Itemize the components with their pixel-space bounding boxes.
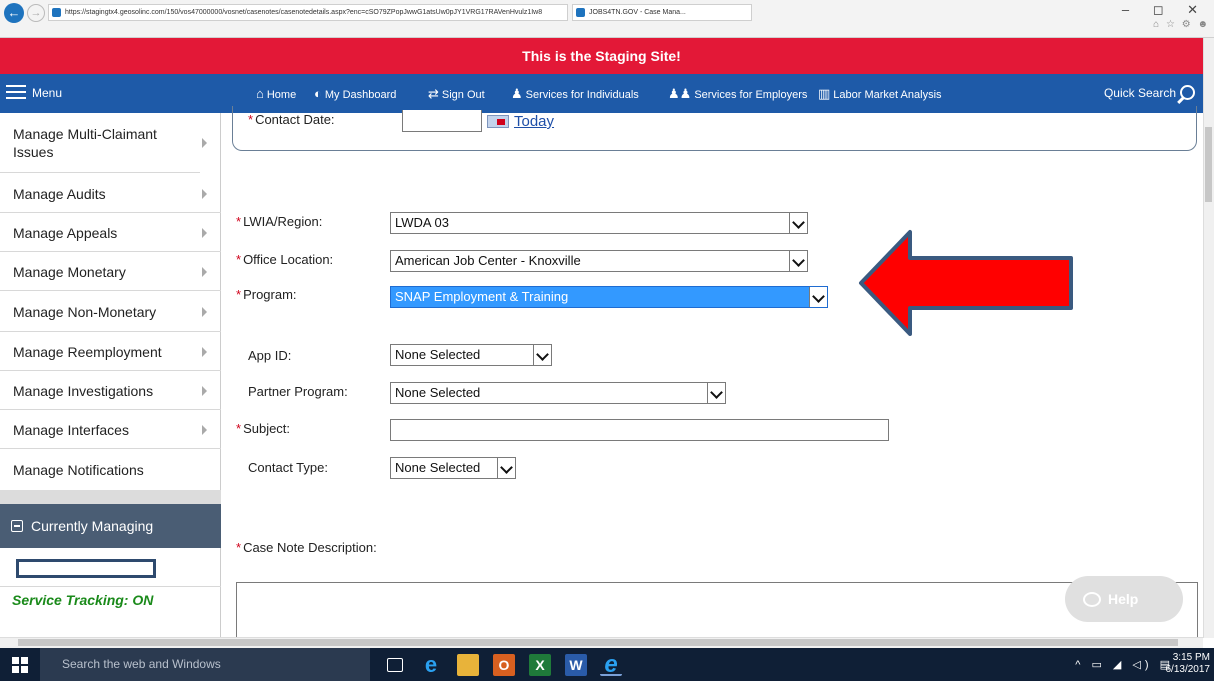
windows-start-icon[interactable] xyxy=(12,657,28,673)
chevron-down-icon xyxy=(533,345,551,365)
arrow-shape xyxy=(859,230,1073,336)
staging-banner: This is the Staging Site! xyxy=(0,38,1203,74)
subject-input[interactable] xyxy=(390,419,889,441)
tab-favicon-icon xyxy=(576,8,585,17)
chevron-right-icon xyxy=(202,188,207,199)
chevron-down-icon xyxy=(809,287,827,307)
chevron-down-icon xyxy=(789,251,807,271)
excel-icon[interactable]: X xyxy=(529,654,551,676)
service-tracking-status: Service Tracking: ON xyxy=(12,592,154,608)
nav-my-dashboard[interactable]: ◐ My Dashboard xyxy=(314,86,396,102)
window-controls[interactable]: – ◻ ✕ xyxy=(1122,2,1208,18)
chevron-right-icon xyxy=(202,306,207,317)
program-label: * Program: xyxy=(236,287,297,302)
outlook-icon[interactable]: O xyxy=(493,654,515,676)
vertical-scroll-thumb[interactable] xyxy=(1205,127,1212,202)
contact-date-label: * Contact Date: xyxy=(248,112,335,127)
chevron-right-icon xyxy=(202,346,207,357)
currently-managing-header[interactable]: Currently Managing xyxy=(0,504,221,548)
chevron-right-icon xyxy=(202,266,207,277)
chevron-right-icon xyxy=(202,137,207,148)
partner-program-select[interactable]: None Selected xyxy=(390,382,726,404)
sidebar-item-notifications[interactable]: Manage Notifications xyxy=(0,450,221,490)
browser-chrome: ← → https://stagingtx4.geosolinc.com/150… xyxy=(0,0,1214,38)
chevron-down-icon xyxy=(789,213,807,233)
quick-search[interactable]: Quick Search xyxy=(1104,84,1195,102)
taskbar-search-box[interactable]: Search the web and Windows xyxy=(40,648,370,681)
case-note-description-label: * Case Note Description: xyxy=(236,540,377,555)
taskbar-clock[interactable]: 3:15 PM 6/13/2017 xyxy=(1166,652,1211,676)
site-icon xyxy=(52,8,61,17)
sidebar-item-audits[interactable]: Manage Audits xyxy=(0,175,221,213)
person-icon: ♟ xyxy=(511,86,523,101)
chat-bubble-icon xyxy=(1083,592,1101,607)
dashboard-icon: ◐ xyxy=(314,86,322,101)
lwia-region-select[interactable]: LWDA 03 xyxy=(390,212,808,234)
address-bar[interactable]: https://stagingtx4.geosolinc.com/150/vos… xyxy=(48,4,568,21)
app-id-label: App ID: xyxy=(248,348,292,363)
sidebar-divider xyxy=(0,490,221,504)
internet-explorer-icon[interactable]: e xyxy=(600,653,622,677)
sidebar-divider xyxy=(0,586,221,587)
chevron-right-icon xyxy=(202,227,207,238)
sidebar-item-appeals[interactable]: Manage Appeals xyxy=(0,214,221,252)
sidebar-item-monetary[interactable]: Manage Monetary xyxy=(0,253,221,291)
quick-search-label: Quick Search xyxy=(1103,86,1176,100)
sidebar: Manage Multi-Claimant Issues Manage Audi… xyxy=(0,113,221,637)
sidebar-item-interfaces[interactable]: Manage Interfaces xyxy=(0,411,221,449)
chevron-right-icon xyxy=(202,424,207,435)
nav-labor-market-analysis[interactable]: ▥ Labor Market Analysis xyxy=(818,86,942,102)
program-select[interactable]: SNAP Employment & Training xyxy=(390,286,828,308)
lwia-region-label: * LWIA/Region: xyxy=(236,214,323,229)
help-button[interactable]: Help xyxy=(1065,576,1183,622)
windows-taskbar: Search the web and Windows e O X W e ^ ▭… xyxy=(0,648,1214,681)
contact-date-input[interactable] xyxy=(402,110,482,132)
sign-out-icon: ⇄ xyxy=(428,86,439,101)
nav-services-individuals[interactable]: ♟ Services for Individuals xyxy=(511,86,639,102)
word-icon[interactable]: W xyxy=(565,654,587,676)
chevron-down-icon xyxy=(497,458,515,478)
system-tray[interactable]: ^ ▭ ◢ ◁) ▤ xyxy=(1075,658,1174,671)
horizontal-scroll-thumb[interactable] xyxy=(18,639,1178,646)
favorites-icons[interactable]: ⌂ ☆ ⚙ ☻ xyxy=(1153,19,1210,30)
file-explorer-icon[interactable] xyxy=(457,654,479,676)
case-note-description-textarea[interactable] xyxy=(236,582,1198,642)
sidebar-item-non-monetary[interactable]: Manage Non-Monetary xyxy=(0,292,221,332)
sidebar-item-multi-claimant[interactable]: Manage Multi-Claimant Issues xyxy=(0,113,207,173)
managed-customer-box xyxy=(16,559,156,578)
task-view-icon[interactable] xyxy=(387,658,403,672)
nav-services-employers[interactable]: ♟♟ Services for Employers xyxy=(668,86,807,102)
back-arrow-icon[interactable]: ← xyxy=(4,3,24,23)
chevron-down-icon xyxy=(707,383,725,403)
contact-type-select[interactable]: None Selected xyxy=(390,457,516,479)
forward-arrow-icon[interactable]: → xyxy=(27,4,45,22)
chart-icon: ▥ xyxy=(818,86,831,101)
subject-label: * Subject: xyxy=(236,421,291,436)
partner-program-label: Partner Program: xyxy=(248,384,348,399)
app-id-select[interactable]: None Selected xyxy=(390,344,552,366)
nav-sign-out[interactable]: ⇄ Sign Out xyxy=(428,86,485,102)
edge-browser-icon[interactable]: e xyxy=(420,654,442,676)
search-icon xyxy=(1180,85,1195,100)
chevron-right-icon xyxy=(202,385,207,396)
office-location-select[interactable]: American Job Center - Knoxville xyxy=(390,250,808,272)
contact-type-label: Contact Type: xyxy=(248,460,328,475)
sidebar-item-investigations[interactable]: Manage Investigations xyxy=(0,372,221,410)
home-icon: ⌂ xyxy=(256,86,264,101)
group-icon: ♟♟ xyxy=(668,86,692,101)
hamburger-icon xyxy=(6,85,26,99)
calendar-icon[interactable] xyxy=(487,115,509,128)
menu-button[interactable]: Menu xyxy=(6,84,62,102)
today-link[interactable]: Today xyxy=(514,113,554,130)
red-arrow-annotation xyxy=(859,230,1073,336)
browser-tab[interactable]: JOBS4TN.GOV - Case Mana... xyxy=(572,4,752,21)
office-location-label: * Office Location: xyxy=(236,252,334,267)
address-url: https://stagingtx4.geosolinc.com/150/vos… xyxy=(65,9,543,16)
sidebar-item-reemployment[interactable]: Manage Reemployment xyxy=(0,333,221,371)
contact-date-panel xyxy=(232,106,1197,151)
menu-label: Menu xyxy=(32,86,63,100)
collapse-icon xyxy=(11,520,23,532)
tab-title: JOBS4TN.GOV - Case Mana... xyxy=(589,9,686,16)
nav-home[interactable]: ⌂ Home xyxy=(256,86,296,102)
